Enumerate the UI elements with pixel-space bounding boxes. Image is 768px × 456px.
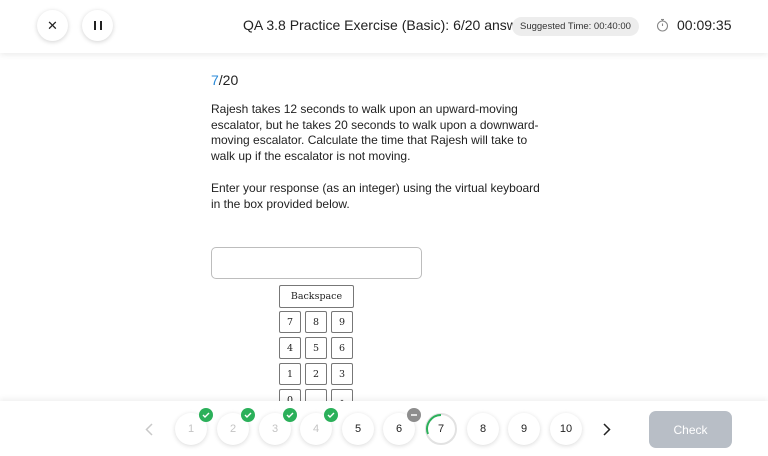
question-navigation-bar: 1 2 3 4 5 6 7 8 9 10 Check <box>0 401 768 456</box>
minus-icon <box>407 408 421 422</box>
current-question-number: 7 <box>211 72 219 88</box>
total-questions: /20 <box>218 72 239 88</box>
elapsed-timer: 00:09:35 <box>677 17 732 33</box>
question-nav-label: 2 <box>229 423 237 435</box>
key-4[interactable]: 4 <box>279 337 301 359</box>
check-icon <box>199 408 213 422</box>
next-question-button[interactable] <box>600 421 614 437</box>
question-nav-1[interactable]: 1 <box>175 408 213 445</box>
question-nav-label: 6 <box>395 423 403 435</box>
check-icon <box>324 408 338 422</box>
question-nav-label: 4 <box>312 423 320 435</box>
key-8[interactable]: 8 <box>305 311 327 333</box>
question-nav-label: 5 <box>354 423 362 435</box>
question-nav-label: 10 <box>559 423 573 435</box>
check-icon <box>241 408 255 422</box>
suggested-time-badge: Suggested Time: 00:40:00 <box>512 17 639 36</box>
question-nav-7[interactable]: 7 <box>425 413 457 445</box>
answer-input[interactable] <box>211 247 422 279</box>
question-nav-5[interactable]: 5 <box>342 413 374 445</box>
pause-icon <box>93 21 102 30</box>
exercise-title: QA 3.8 Practice Exercise (Basic): 6/20 a… <box>243 17 513 33</box>
key-7[interactable]: 7 <box>279 311 301 333</box>
question-nav-6[interactable]: 6 <box>383 408 421 445</box>
check-button[interactable]: Check <box>649 411 732 448</box>
key-3[interactable]: 3 <box>331 363 353 385</box>
stopwatch-icon <box>656 18 669 32</box>
top-bar: ✕ QA 3.8 Practice Exercise (Basic): 6/20… <box>0 0 768 53</box>
pause-button[interactable] <box>82 10 113 41</box>
question-nav-3[interactable]: 3 <box>259 408 297 445</box>
chevron-left-icon <box>145 422 153 436</box>
question-nav-label: 1 <box>187 423 195 435</box>
progress-ring <box>426 414 442 435</box>
question-instruction: Enter your response (as an integer) usin… <box>211 181 540 211</box>
question-nav-label: 3 <box>271 423 279 435</box>
key-1[interactable]: 1 <box>279 363 301 385</box>
question-text: Rajesh takes 12 seconds to walk upon an … <box>211 102 539 163</box>
key-2[interactable]: 2 <box>305 363 327 385</box>
check-icon <box>283 408 297 422</box>
question-nav-9[interactable]: 9 <box>508 413 540 445</box>
key-9[interactable]: 9 <box>331 311 353 333</box>
close-button[interactable]: ✕ <box>37 10 68 41</box>
question-nav-4[interactable]: 4 <box>300 408 338 445</box>
question-nav-label: 8 <box>479 423 487 435</box>
key-5[interactable]: 5 <box>305 337 327 359</box>
close-icon: ✕ <box>47 17 58 33</box>
previous-question-button[interactable] <box>142 421 156 437</box>
key-6[interactable]: 6 <box>331 337 353 359</box>
question-nav-8[interactable]: 8 <box>467 413 499 445</box>
backspace-key[interactable]: Backspace <box>279 285 354 308</box>
question-nav-label: 9 <box>520 423 528 435</box>
chevron-right-icon <box>603 422 611 436</box>
question-nav-10[interactable]: 10 <box>550 413 582 445</box>
question-nav-2[interactable]: 2 <box>217 408 255 445</box>
question-counter: 7/20 <box>211 72 238 88</box>
